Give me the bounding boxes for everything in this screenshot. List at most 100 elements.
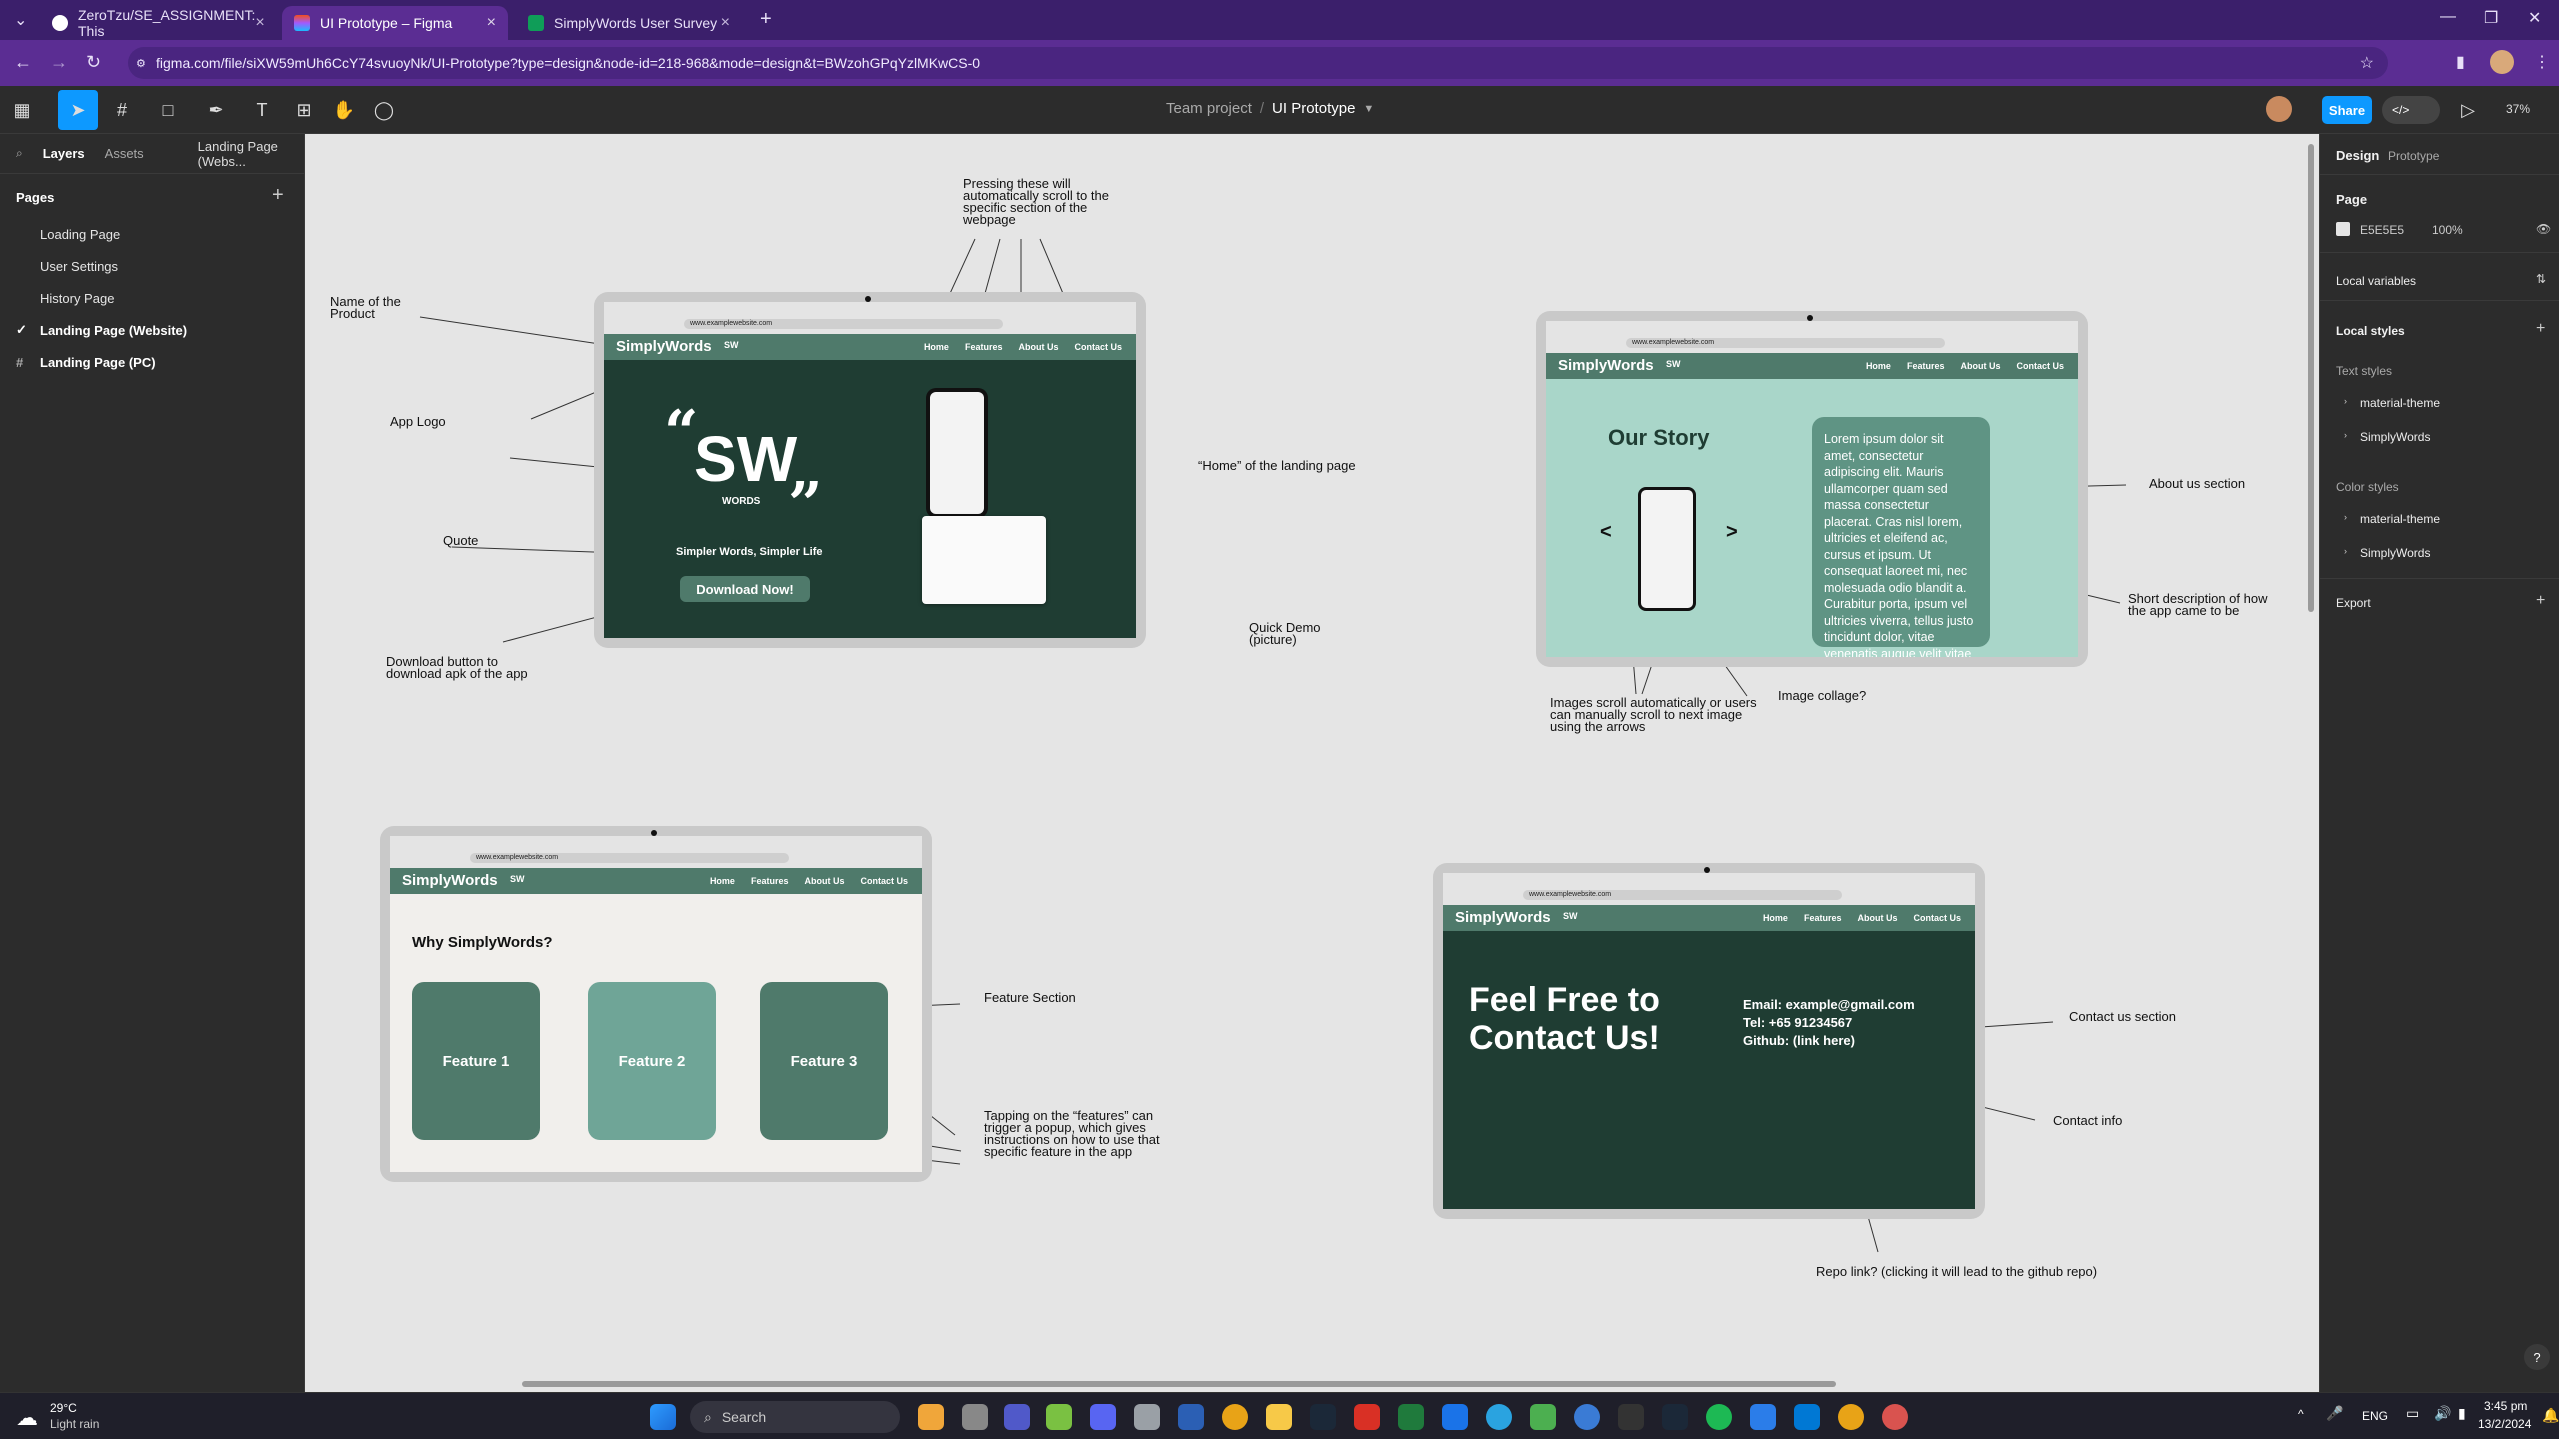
nav-link-features[interactable]: Features: [751, 876, 789, 886]
dev-mode-toggle[interactable]: </>: [2382, 96, 2440, 124]
main-menu-icon[interactable]: ▦: [10, 98, 34, 122]
chrome-profile-icon[interactable]: [1882, 1404, 1908, 1430]
frame-features-tablet[interactable]: www.examplewebsite.com SimplyWords SW Ho…: [380, 826, 932, 1182]
page-opacity-value[interactable]: 100%: [2432, 223, 2463, 237]
color-style-item[interactable]: material-theme: [2360, 512, 2440, 526]
page-item-landing-pc[interactable]: # Landing Page (PC): [0, 346, 304, 378]
move-tool-icon[interactable]: ➤: [58, 90, 98, 130]
mail-icon[interactable]: [1442, 1404, 1468, 1430]
clock-time[interactable]: 3:45 pm: [2484, 1399, 2527, 1413]
download-button[interactable]: Download Now!: [680, 576, 810, 602]
chevron-right-icon[interactable]: ›: [2344, 396, 2347, 406]
app-blue-icon[interactable]: [1574, 1404, 1600, 1430]
taskbar-search[interactable]: ⌕ Search: [690, 1401, 900, 1433]
mic-icon[interactable]: 🎤: [2326, 1405, 2343, 1422]
page-item-history[interactable]: History Page: [0, 282, 304, 314]
chevron-right-icon[interactable]: ›: [2344, 546, 2347, 556]
search-icon[interactable]: ⌕: [16, 146, 23, 161]
tray-overflow-icon[interactable]: ^: [2298, 1407, 2304, 1421]
nav-link-home[interactable]: Home: [924, 342, 949, 352]
tab-survey[interactable]: SimplyWords User Survey ×: [516, 6, 742, 40]
language-indicator[interactable]: ENG: [2362, 1409, 2388, 1423]
nav-link-contact[interactable]: Contact Us: [860, 876, 908, 886]
share-button[interactable]: Share: [2322, 96, 2372, 124]
nav-link-features[interactable]: Features: [1804, 913, 1842, 923]
weather-icon[interactable]: ☁: [16, 1405, 38, 1431]
network-icon[interactable]: ▭: [2406, 1405, 2419, 1422]
page-item-loading[interactable]: Loading Page: [0, 218, 304, 250]
page-dropdown[interactable]: Landing Page (Webs...: [198, 139, 304, 169]
back-icon[interactable]: ←: [14, 52, 32, 73]
nav-link-home[interactable]: Home: [1763, 913, 1788, 923]
tab-github[interactable]: ZeroTzu/SE_ASSIGNMENT: This ×: [40, 6, 272, 40]
frame-about-tablet[interactable]: www.examplewebsite.com SimplyWords SW Ho…: [1536, 311, 2088, 667]
file-explorer-icon[interactable]: [1266, 1404, 1292, 1430]
close-icon[interactable]: ×: [487, 14, 496, 32]
page-item-landing-website[interactable]: ✓ Landing Page (Website): [0, 314, 304, 346]
weather-temp[interactable]: 29°C: [50, 1401, 77, 1415]
hand-tool-icon[interactable]: ✋: [332, 98, 356, 122]
start-icon[interactable]: [650, 1404, 676, 1430]
app-icon-2[interactable]: [1750, 1404, 1776, 1430]
contact-tel[interactable]: Tel: +65 91234567: [1743, 1015, 1852, 1030]
arrow-right-icon[interactable]: >: [1726, 521, 1738, 544]
url-field[interactable]: ⚙ figma.com/file/siXW59mUh6CcY74svuoyNk/…: [128, 47, 2388, 79]
text-style-item[interactable]: SimplyWords: [2360, 430, 2430, 444]
present-icon[interactable]: ▷: [2456, 98, 2480, 122]
collaborator-avatar[interactable]: [2266, 96, 2292, 122]
nav-link-contact[interactable]: Contact Us: [1074, 342, 1122, 352]
app-icon[interactable]: [1046, 1404, 1072, 1430]
add-style-icon[interactable]: +: [2536, 320, 2545, 338]
nav-link-about[interactable]: About Us: [1857, 913, 1897, 923]
copilot-icon[interactable]: [918, 1404, 944, 1430]
vertical-scrollbar[interactable]: [2308, 144, 2314, 612]
vscode-icon[interactable]: [1794, 1404, 1820, 1430]
clock-date[interactable]: 13/2/2024: [2478, 1417, 2531, 1431]
text-tool-icon[interactable]: T: [250, 98, 274, 122]
contact-github-link[interactable]: Github: (link here): [1743, 1033, 1855, 1048]
add-page-icon[interactable]: +: [272, 184, 284, 207]
discord-icon[interactable]: [1090, 1404, 1116, 1430]
shape-tool-icon[interactable]: □: [156, 98, 180, 122]
app-green-icon[interactable]: [1530, 1404, 1556, 1430]
resources-icon[interactable]: ⊞: [292, 98, 316, 122]
nav-link-contact[interactable]: Contact Us: [1913, 913, 1961, 923]
weather-desc[interactable]: Light rain: [50, 1417, 99, 1431]
chevron-right-icon[interactable]: ›: [2344, 512, 2347, 522]
horizontal-scrollbar[interactable]: [522, 1381, 1836, 1387]
pen-tool-icon[interactable]: ✒: [204, 98, 228, 122]
nav-link-features[interactable]: Features: [965, 342, 1003, 352]
battery-icon[interactable]: ▮: [2458, 1405, 2466, 1422]
page-color-value[interactable]: E5E5E5: [2360, 223, 2404, 237]
tab-figma[interactable]: UI Prototype – Figma ×: [282, 6, 508, 40]
nav-link-about[interactable]: About Us: [1960, 361, 2000, 371]
nav-link-features[interactable]: Features: [1907, 361, 1945, 371]
nav-link-home[interactable]: Home: [710, 876, 735, 886]
teams-icon[interactable]: [1004, 1404, 1030, 1430]
nav-link-contact[interactable]: Contact Us: [2016, 361, 2064, 371]
zoom-level[interactable]: 37%: [2506, 102, 2530, 116]
steam-icon[interactable]: [1310, 1404, 1336, 1430]
feature-card-1[interactable]: Feature 1: [412, 982, 540, 1140]
new-tab-icon[interactable]: +: [760, 8, 772, 31]
notification-icon[interactable]: 🔔: [2542, 1407, 2559, 1424]
volume-icon[interactable]: 🔊: [2434, 1405, 2451, 1422]
design-canvas[interactable]: www.examplewebsite.com SimplyWords SW Ho…: [305, 134, 2319, 1392]
eye-icon[interactable]: 👁: [2536, 222, 2551, 236]
frame-home-tablet[interactable]: www.examplewebsite.com SimplyWords SW Ho…: [594, 292, 1146, 648]
tab-assets[interactable]: Assets: [105, 146, 144, 161]
site-info-icon[interactable]: ⚙: [136, 57, 146, 70]
telegram-icon[interactable]: [1486, 1404, 1512, 1430]
arrow-left-icon[interactable]: <: [1600, 521, 1612, 544]
tab-search-icon[interactable]: ⌄: [14, 10, 27, 30]
app-red-icon[interactable]: [1354, 1404, 1380, 1430]
page-color-swatch[interactable]: [2336, 222, 2350, 236]
feature-card-3[interactable]: Feature 3: [760, 982, 888, 1140]
export-section[interactable]: Export: [2336, 596, 2371, 610]
epic-games-icon[interactable]: [1618, 1404, 1644, 1430]
settings-icon[interactable]: [1134, 1404, 1160, 1430]
frame-contact-tablet[interactable]: www.examplewebsite.com SimplyWords SW Ho…: [1433, 863, 1985, 1219]
menu-icon[interactable]: ⋮: [2534, 52, 2550, 72]
chrome-icon-2[interactable]: [1838, 1404, 1864, 1430]
sidepanel-icon[interactable]: ▮: [2456, 52, 2465, 72]
